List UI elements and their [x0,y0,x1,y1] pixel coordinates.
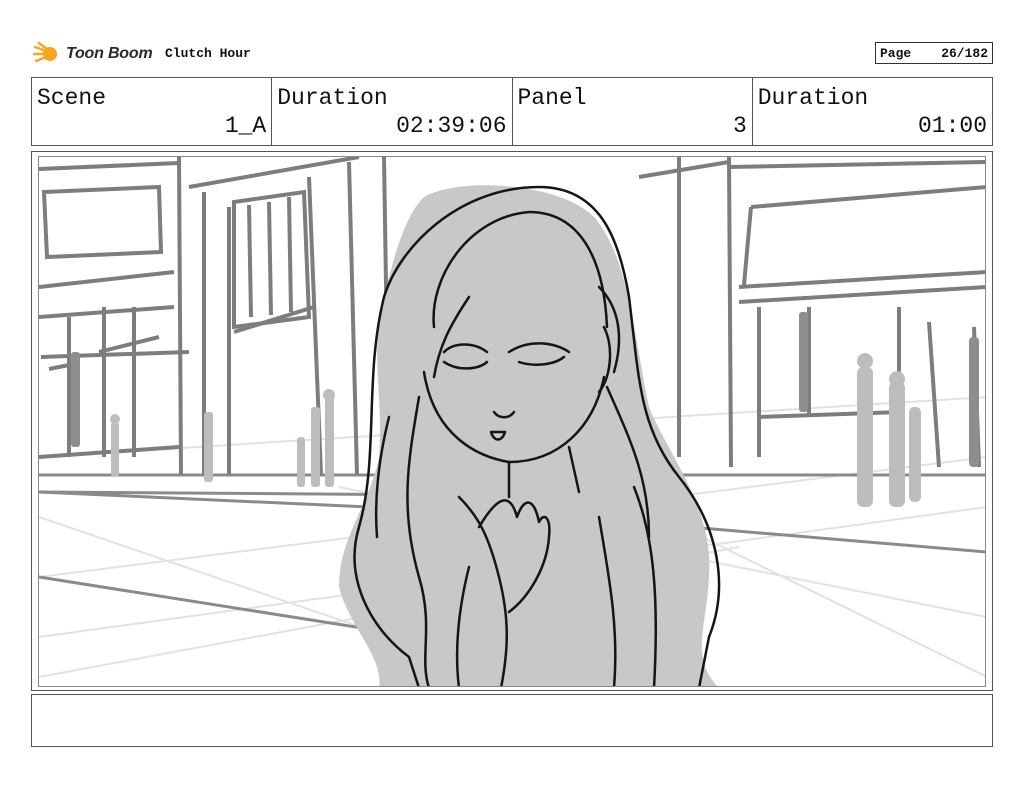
logo-text: Toon Boom [66,45,153,62]
scene-value: 1_A [224,113,267,139]
panel-duration-label: Duration [757,85,869,111]
scene-info-row: Scene 1_A Duration 02:39:06 Panel 3 Dura… [31,77,993,146]
starburst-icon [33,41,57,63]
scene-cell: Scene 1_A [32,78,273,145]
scene-duration-cell: Duration 02:39:06 [272,78,513,145]
panel-drawing-area [38,156,986,687]
toon-boom-logo: Toon Boom [33,38,153,70]
scene-label: Scene [37,85,107,111]
page-label: Page [880,45,912,61]
center-left-building [188,157,391,476]
panel-duration-value: 01:00 [917,113,987,139]
panel-label: Panel [517,85,587,111]
page-header: Toon Boom Clutch Hour Page 26/182 [31,38,993,70]
right-building [638,157,985,468]
page-number: 26/182 [941,45,988,61]
scene-duration-label: Duration [277,85,388,111]
storyboard-panel [31,151,993,691]
panel-cell: Panel 3 [513,78,753,145]
character-silhouette [339,185,718,686]
page-indicator: Page 26/182 [875,42,993,64]
project-title: Clutch Hour [165,46,251,61]
panel-sketch [39,157,985,686]
panel-notes-box [31,694,993,747]
panel-duration-cell: Duration 01:00 [753,78,992,145]
panel-value: 3 [732,113,747,139]
scene-duration-value: 02:39:06 [396,113,507,139]
